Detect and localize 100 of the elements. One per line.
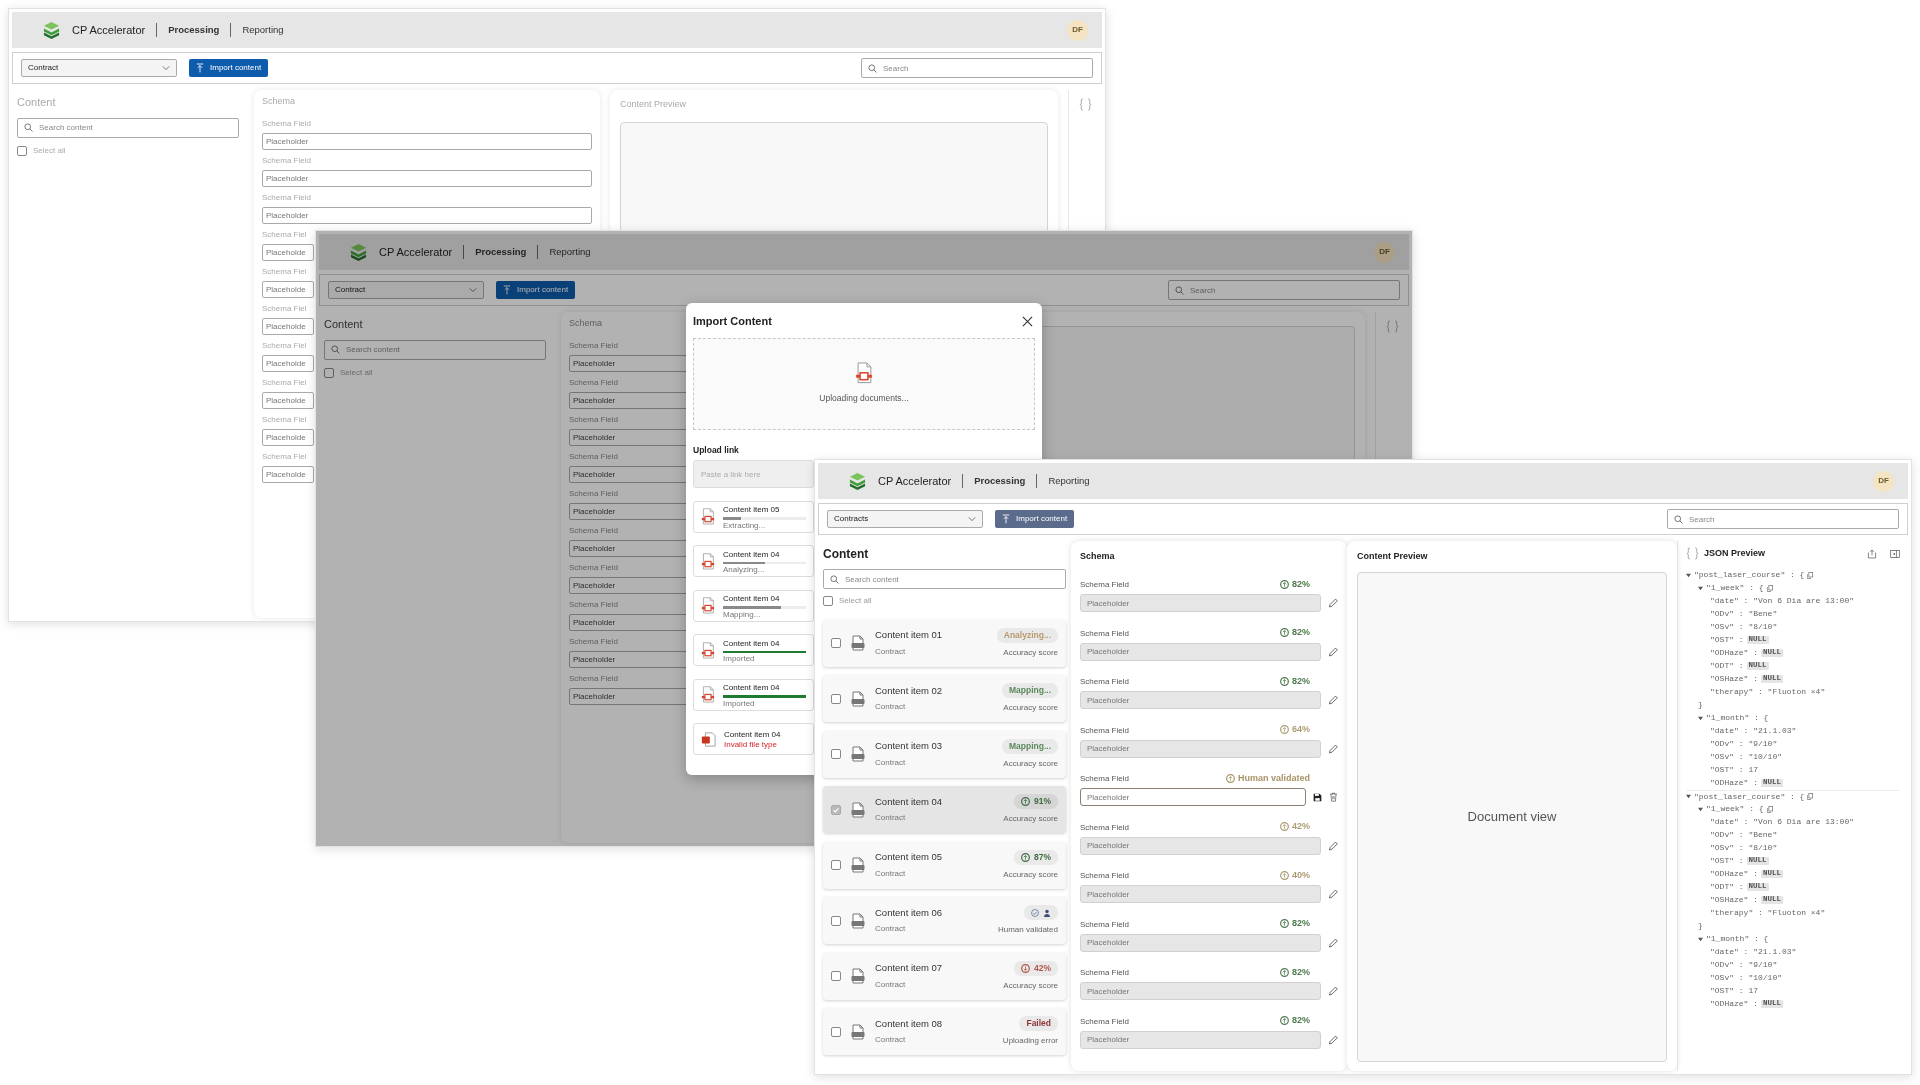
search-field[interactable]: Search [1168,280,1400,300]
arrow-down-circle-icon [1021,963,1030,973]
nav-tab[interactable]: Processing [974,473,1026,489]
search-field[interactable]: Search content [823,569,1066,589]
checkbox[interactable] [831,915,841,926]
text-field[interactable]: Placeholde [262,243,314,261]
copy-icon[interactable] [1807,793,1814,800]
avatar[interactable]: DF [1374,241,1395,263]
pencil-icon[interactable] [1328,889,1338,899]
field-label: Schema Field [262,191,311,204]
text-field[interactable]: Placeholde [262,317,314,335]
divider [962,474,964,488]
content-item[interactable]: Content item 05 Contract 87% Accuracy score [823,841,1066,889]
side-panel-icon[interactable] [1890,548,1900,559]
pdf-file-icon [851,912,865,929]
text-field[interactable]: Placeholder [262,132,592,150]
pencil-icon[interactable] [1328,937,1338,948]
checkbox[interactable] [823,596,833,606]
search-field[interactable]: Search content [17,117,239,138]
search-field[interactable]: Search [861,58,1093,78]
caret-icon[interactable] [1698,585,1703,591]
content-item[interactable]: Content item 02 Contract Mapping... Accuracy score [823,675,1066,722]
copy-icon[interactable] [1807,571,1814,579]
pencil-icon[interactable] [1328,1034,1338,1045]
checkbox[interactable] [831,860,841,870]
pencil-icon[interactable] [1328,840,1338,851]
checkbox[interactable] [831,804,841,815]
share-icon[interactable] [1867,548,1877,559]
content-item[interactable]: Content item 08 Contract Failed Uploading error [823,1008,1066,1055]
checkbox[interactable] [831,638,841,648]
arrow-up-circle-icon [1280,967,1289,977]
score-text: 64% [1292,723,1310,736]
import-button[interactable]: Import content [995,510,1075,528]
text-field[interactable]: Placeholde [262,354,314,372]
section-title: Content [324,317,363,332]
nav-tab[interactable]: Processing [475,244,527,260]
caret-icon[interactable] [1686,794,1691,799]
score-text: 82% [1292,917,1310,930]
pencil-icon[interactable] [1328,598,1338,608]
code-line: "ODv" : "9/10" [1710,738,1778,750]
checkbox[interactable] [831,971,841,981]
dropdown[interactable]: Contract [21,59,177,77]
trash-icon[interactable] [1329,792,1338,802]
search-field[interactable]: Search [1667,509,1899,529]
avatar[interactable]: DF [1067,19,1088,41]
text-field[interactable]: Placeholde [262,465,314,483]
save-icon[interactable] [1313,792,1322,802]
field-label: Schema Field [1080,579,1129,591]
field-label: Schema Field [569,450,618,463]
checkbox[interactable] [831,749,841,759]
caption-text: Accuracy score [1003,646,1058,659]
content-item[interactable]: Content item 06 Contract Human validated [823,897,1066,944]
field-label: Schema Field [569,487,618,500]
copy-icon[interactable] [1766,584,1773,592]
copy-icon[interactable] [1766,805,1773,813]
caret-icon[interactable] [1698,936,1703,942]
text-field[interactable]: Placeholder [262,169,592,187]
checkbox[interactable] [324,367,334,378]
nav-tab[interactable]: Reporting [549,244,591,260]
text-field[interactable]: Placeholde [262,280,314,298]
score-text: 82% [1292,965,1310,979]
pencil-icon[interactable] [1328,646,1338,657]
import-button[interactable]: Import content [496,281,576,299]
panel-title: Schema [262,95,296,108]
pdf-file-icon [851,1023,865,1040]
field-label: Schema Fiel [262,228,307,241]
caret-icon[interactable] [1686,572,1691,578]
text-field[interactable]: Placeholder [1080,788,1306,806]
pencil-icon[interactable] [1328,986,1338,996]
arrow-up-circle-icon [1280,676,1289,686]
dropdown[interactable]: Contract [328,281,484,299]
dropdown[interactable]: Contracts [827,510,983,528]
checkbox[interactable] [831,1026,841,1037]
content-item[interactable]: Content item 04 Contract 91% Accuracy score [823,786,1066,833]
content-item[interactable]: Content item 03 Contract Mapping... Accuracy score [823,730,1066,778]
divider [1036,474,1038,488]
app-title: CP Accelerator [379,244,453,260]
import-button[interactable]: Import content [189,59,269,77]
search-icon [1674,514,1683,524]
status-badge: Failed [1019,1016,1058,1031]
pdf-file-icon [851,857,865,873]
nav-tab[interactable]: Processing [168,22,220,38]
content-item[interactable]: Content item 01 Contract Analyzing... Accuracy score [823,619,1066,667]
checkbox[interactable] [831,693,841,704]
checkbox[interactable] [17,145,27,156]
text-field[interactable]: Placeholder [262,206,592,224]
search-field[interactable]: Search content [324,339,546,360]
pdf-file-icon [851,801,865,818]
caret-icon[interactable] [1698,806,1703,812]
code-line: "OST" : 17 [1710,764,1758,776]
content-item[interactable]: Content item 07 Contract 42% Accuracy score [823,952,1066,1000]
drop-zone[interactable]: Uploading documents... [693,337,1035,430]
text-field[interactable]: Placeholde [262,391,314,409]
caret-icon[interactable] [1698,715,1703,721]
pencil-icon[interactable] [1328,743,1338,754]
avatar[interactable]: DF [1873,470,1894,492]
nav-tab[interactable]: Reporting [242,22,284,38]
nav-tab[interactable]: Reporting [1048,473,1090,489]
pencil-icon[interactable] [1328,695,1338,705]
text-field[interactable]: Placeholde [262,428,314,446]
